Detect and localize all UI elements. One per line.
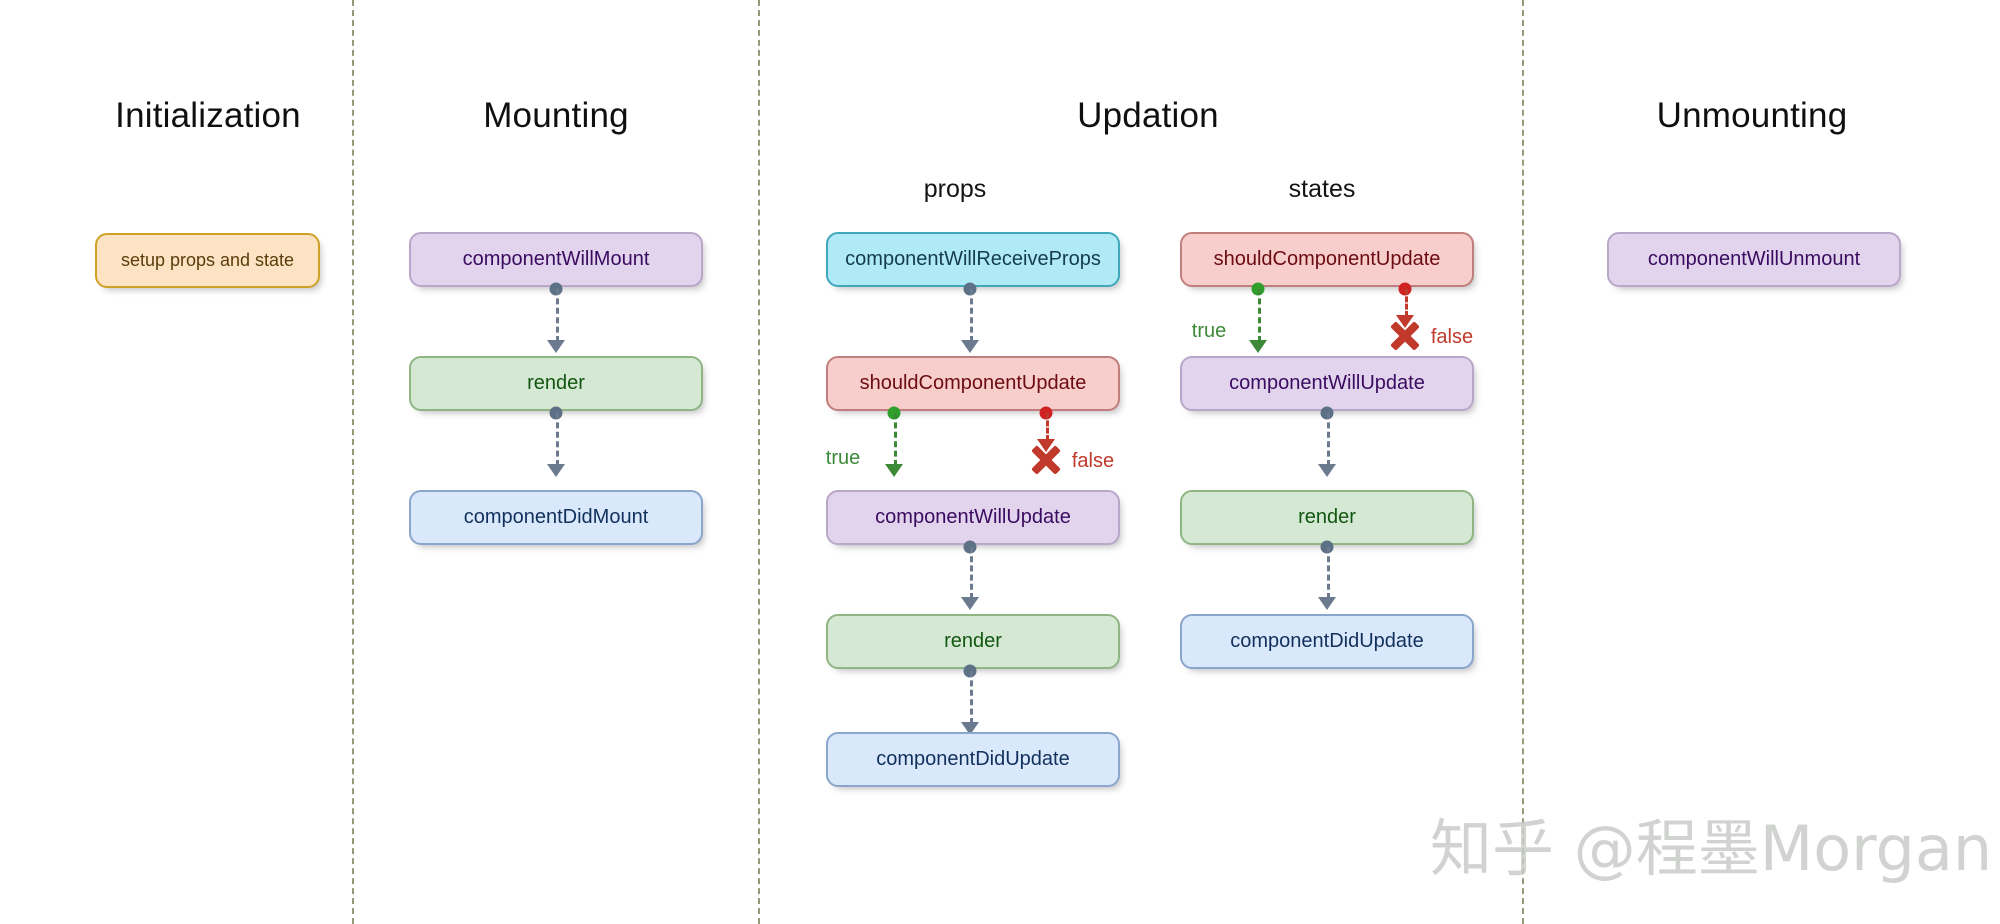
false-branch-line [1405, 289, 1408, 317]
node-render-states[interactable]: render [1180, 490, 1474, 545]
node-label: setup props and state [120, 250, 295, 270]
false-branch-x-icon [1029, 443, 1063, 477]
node-component-did-update-props[interactable]: componentDidUpdate [826, 732, 1120, 787]
node-label: componentWillMount [462, 248, 650, 270]
node-should-component-update-props[interactable]: shouldComponentUpdate [826, 356, 1120, 411]
node-label: render [944, 630, 1002, 652]
connector-line [556, 413, 559, 466]
subcolumn-title-states: states [1288, 175, 1356, 203]
true-branch-line [1258, 289, 1261, 342]
column-title-initialization: Initialization [115, 96, 301, 135]
node-component-did-mount[interactable]: componentDidMount [409, 490, 703, 545]
true-branch-arrow [885, 464, 903, 477]
node-label: render [1298, 506, 1356, 528]
node-component-did-update-states[interactable]: componentDidUpdate [1180, 614, 1474, 669]
false-branch-x-icon [1388, 319, 1422, 353]
node-component-will-receive-props[interactable]: componentWillReceiveProps [826, 232, 1120, 287]
node-setup-props-and-state[interactable]: setup props and state [95, 233, 320, 288]
node-label: shouldComponentUpdate [859, 372, 1087, 394]
node-label: render [527, 372, 585, 394]
node-render-props[interactable]: render [826, 614, 1120, 669]
false-branch-line [1046, 413, 1049, 441]
column-divider-1 [352, 0, 354, 924]
connector-line [970, 289, 973, 342]
node-label: componentWillReceiveProps [845, 248, 1101, 270]
node-label: componentDidUpdate [876, 748, 1070, 770]
node-label: componentWillUnmount [1647, 248, 1861, 270]
node-label: componentWillUpdate [875, 506, 1071, 528]
connector-line [1327, 547, 1330, 599]
column-divider-3 [1522, 0, 1524, 924]
node-label: componentDidUpdate [1230, 630, 1424, 652]
connector-arrow [547, 464, 565, 477]
node-component-will-unmount[interactable]: componentWillUnmount [1607, 232, 1901, 287]
true-branch-line [894, 413, 897, 466]
connector-arrow [547, 340, 565, 353]
branch-label-false: false [1071, 450, 1115, 472]
connector-line [970, 547, 973, 599]
diagram-canvas: Initialization Mounting Updation Unmount… [0, 0, 2000, 924]
connector-arrow [1318, 597, 1336, 610]
true-branch-arrow [1249, 340, 1267, 353]
node-should-component-update-states[interactable]: shouldComponentUpdate [1180, 232, 1474, 287]
connector-arrow [961, 597, 979, 610]
connector-arrow [1318, 464, 1336, 477]
branch-label-true: true [825, 447, 861, 469]
connector-arrow [961, 340, 979, 353]
subcolumn-title-props: props [923, 175, 987, 203]
connector-line [556, 289, 559, 342]
node-label: componentDidMount [463, 506, 649, 528]
node-component-will-update-props[interactable]: componentWillUpdate [826, 490, 1120, 545]
column-title-updation: Updation [1077, 96, 1219, 135]
connector-line [970, 671, 973, 724]
connector-line [1327, 413, 1330, 466]
branch-label-false: false [1430, 326, 1474, 348]
node-component-will-update-states[interactable]: componentWillUpdate [1180, 356, 1474, 411]
column-title-mounting: Mounting [483, 96, 629, 135]
node-label: shouldComponentUpdate [1213, 248, 1441, 270]
watermark: 知乎 @程墨Morgan [1430, 812, 1993, 885]
branch-label-true: true [1191, 320, 1227, 342]
column-divider-2 [758, 0, 760, 924]
column-title-unmounting: Unmounting [1656, 96, 1848, 135]
node-label: componentWillUpdate [1229, 372, 1425, 394]
node-component-will-mount[interactable]: componentWillMount [409, 232, 703, 287]
node-render-mounting[interactable]: render [409, 356, 703, 411]
